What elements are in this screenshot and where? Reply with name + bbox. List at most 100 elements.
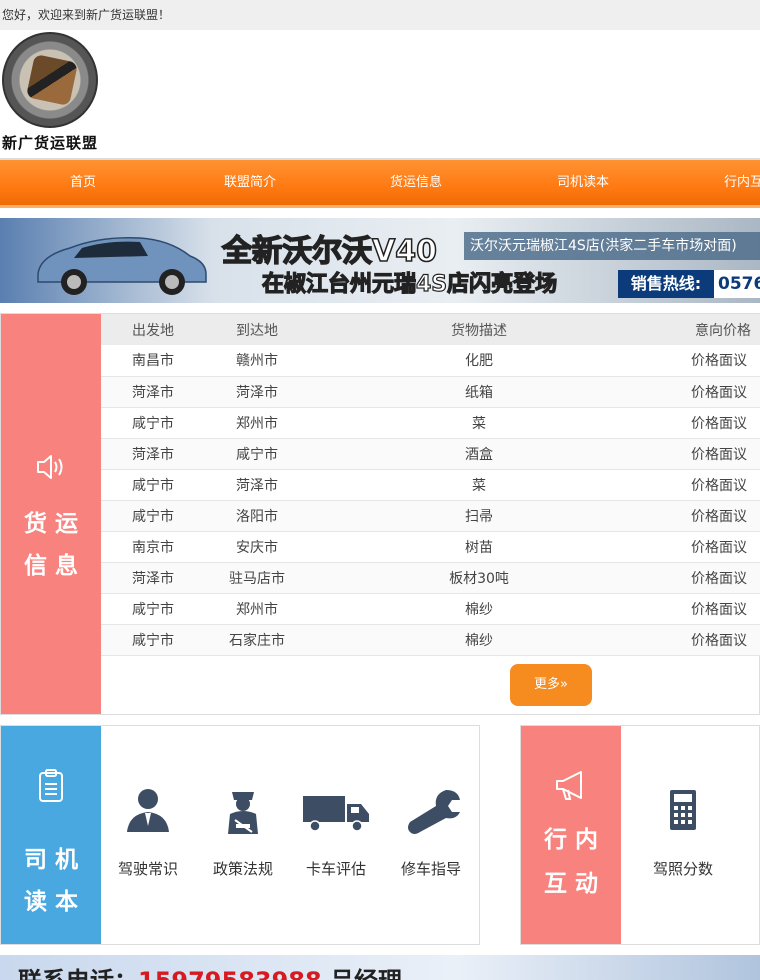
price-cell: 价格面议 [649, 593, 760, 625]
contact-text: 联系电话：15979583988 吕经理 [18, 961, 402, 980]
banner-headline: 全新沃尔沃V40 [221, 233, 437, 270]
driver-side-panel: 司机 读本 [1, 726, 101, 944]
cargo-cell: 树苗 [309, 531, 649, 563]
cargo-cell: 棉纱 [309, 593, 649, 625]
col-cargo: 货物描述 [309, 314, 649, 345]
tile-regulations[interactable]: 政策法规 [198, 786, 288, 879]
freight-row[interactable]: 咸宁市 石家庄市 棉纱 价格面议 [101, 624, 760, 656]
document-icon [39, 769, 63, 802]
price-cell: 价格面议 [649, 469, 760, 501]
cargo-cell: 化肥 [309, 345, 649, 377]
freight-row[interactable]: 南京市 安庆市 树苗 价格面议 [101, 531, 760, 563]
interaction-side-panel: 行内 互动 [521, 726, 621, 944]
nav-item-driver-handbook[interactable]: 司机读本 [557, 160, 609, 206]
cargo-cell: 棉纱 [309, 624, 649, 656]
freight-row[interactable]: 咸宁市 菏泽市菜价格面议 [101, 469, 760, 501]
price-cell: 价格面议 [649, 500, 760, 532]
megaphone-icon [556, 771, 582, 800]
welcome-bar: 您好，欢迎来到新广货运联盟！ [0, 0, 760, 30]
freight-row[interactable]: 咸宁市 郑州市 棉纱 价格面议 [101, 593, 760, 625]
tile-label: 政策法规 [212, 860, 273, 878]
nav-item-interaction[interactable]: 行内互动 [724, 160, 760, 206]
freight-row[interactable]: 菏泽市 咸宁市 酒盒 价格面议 [101, 438, 760, 470]
freight-table: 出发地 到达地 货物描述 意向价格 南昌市 赣州市 化肥 价格面议 菏泽市 菏泽市 纸箱 价格… [101, 314, 760, 656]
destination-cell: 赣州市 [205, 345, 309, 377]
origin-cell: 咸宁市 [101, 407, 205, 439]
contact-label: 联系电话： [18, 967, 138, 980]
origin-cell: 咸宁市 [101, 624, 205, 656]
tile-label: 驾照分数 [652, 860, 713, 878]
driver-handbook-section: 司机 读本 驾驶常识 政策法规 卡车评估 修车指导 [0, 725, 480, 945]
freight-row[interactable]: 菏泽市 驻马店市 板材30吨 价格面议 [101, 562, 760, 594]
police-officer-icon [228, 792, 258, 834]
destination-cell: 咸宁市 [205, 438, 309, 470]
freight-table-header: 出发地 到达地 货物描述 意向价格 [101, 314, 760, 345]
origin-cell: 咸宁市 [101, 469, 205, 501]
wrench-icon [408, 790, 460, 834]
driver-title-line1: 司机 [24, 847, 86, 873]
banner-hotline-label: 销售热线: [618, 270, 714, 298]
price-cell: 价格面议 [649, 531, 760, 563]
interaction-title-line2: 互动 [544, 871, 606, 897]
origin-cell: 南昌市 [101, 345, 205, 377]
main-nav: 首页 联盟简介 货运信息 司机读本 行内互动 [0, 160, 760, 208]
calculator-icon [670, 790, 696, 830]
destination-cell: 驻马店市 [205, 562, 309, 594]
tile-label: 驾驶常识 [117, 860, 178, 878]
cargo-cell: 扫帚 [309, 500, 649, 532]
logo-name: 新广货运联盟 [2, 134, 99, 152]
price-cell: 价格面议 [649, 438, 760, 470]
cargo-cell: 板材30吨 [309, 562, 649, 594]
freight-title-line2: 信息 [24, 553, 86, 579]
origin-cell: 菏泽市 [101, 562, 205, 594]
origin-cell: 南京市 [101, 531, 205, 563]
price-cell: 价格面议 [649, 345, 760, 377]
nav-item-about[interactable]: 联盟简介 [224, 160, 276, 206]
origin-cell: 咸宁市 [101, 593, 205, 625]
cargo-cell: 菜 [309, 469, 649, 501]
freight-row[interactable]: 咸宁市 洛阳市 扫帚 价格面议 [101, 500, 760, 532]
interaction-title-line1: 行内 [544, 827, 606, 853]
contact-person: 吕经理 [330, 967, 402, 980]
nav-item-freight[interactable]: 货运信息 [390, 160, 442, 206]
tile-license-points[interactable]: 驾照分数 [638, 786, 728, 879]
speaker-icon [37, 455, 63, 479]
freight-row[interactable]: 南昌市 赣州市 化肥 价格面议 [101, 345, 760, 377]
col-destination: 到达地 [205, 314, 309, 345]
more-button[interactable]: 更多» [510, 664, 592, 706]
destination-cell: 安庆市 [205, 531, 309, 563]
welcome-text: 您好，欢迎来到新广货运联盟！ [2, 8, 171, 22]
cargo-cell: 酒盒 [309, 438, 649, 470]
banner-subline: 在椒江台州元瑞4S店闪亮登场 [261, 271, 558, 297]
destination-cell: 菏泽市 [205, 469, 309, 501]
destination-cell: 郑州市 [205, 593, 309, 625]
freight-row[interactable]: 咸宁市 郑州市菜价格面议 [101, 407, 760, 439]
site-logo[interactable]: 新广货运联盟 [0, 30, 110, 158]
driver-person-icon [127, 789, 169, 832]
interaction-section: 行内 互动 驾照分数 [520, 725, 760, 945]
freight-info-section: 货运 信息 出发地 到达地 货物描述 意向价格 南昌市 赣州市 化肥 价格面议 菏泽市菏… [0, 313, 760, 715]
logo-wheel-icon [2, 32, 98, 128]
freight-row[interactable]: 菏泽市 菏泽市 纸箱 价格面议 [101, 376, 760, 408]
col-price: 意向价格 [649, 314, 760, 345]
banner-hotline-number: 0576 [714, 270, 760, 298]
tile-label: 修车指导 [400, 860, 461, 878]
price-cell: 价格面议 [649, 407, 760, 439]
ad-banner[interactable]: 全新沃尔沃V40 在椒江台州元瑞4S店闪亮登场 沃尔沃元瑞椒江4S店(洪家二手车… [0, 218, 760, 303]
tile-truck-valuation[interactable]: 卡车评估 [291, 786, 381, 879]
freight-side-panel: 货运 信息 [1, 314, 101, 714]
driver-title-line2: 读本 [24, 889, 86, 915]
origin-cell: 咸宁市 [101, 500, 205, 532]
banner-dealer: 沃尔沃元瑞椒江4S店(洪家二手车市场对面) [464, 232, 760, 260]
contact-phone: 15979583988 [138, 967, 322, 980]
freight-title-line1: 货运 [24, 511, 86, 537]
tile-driving-knowledge[interactable]: 驾驶常识 [103, 786, 193, 879]
destination-cell: 石家庄市 [205, 624, 309, 656]
tile-repair-guide[interactable]: 修车指导 [386, 786, 476, 879]
destination-cell: 菏泽市 [205, 376, 309, 408]
nav-item-home[interactable]: 首页 [70, 160, 96, 206]
origin-cell: 菏泽市 [101, 438, 205, 470]
destination-cell: 郑州市 [205, 407, 309, 439]
origin-cell: 菏泽市 [101, 376, 205, 408]
car-image [37, 236, 207, 295]
